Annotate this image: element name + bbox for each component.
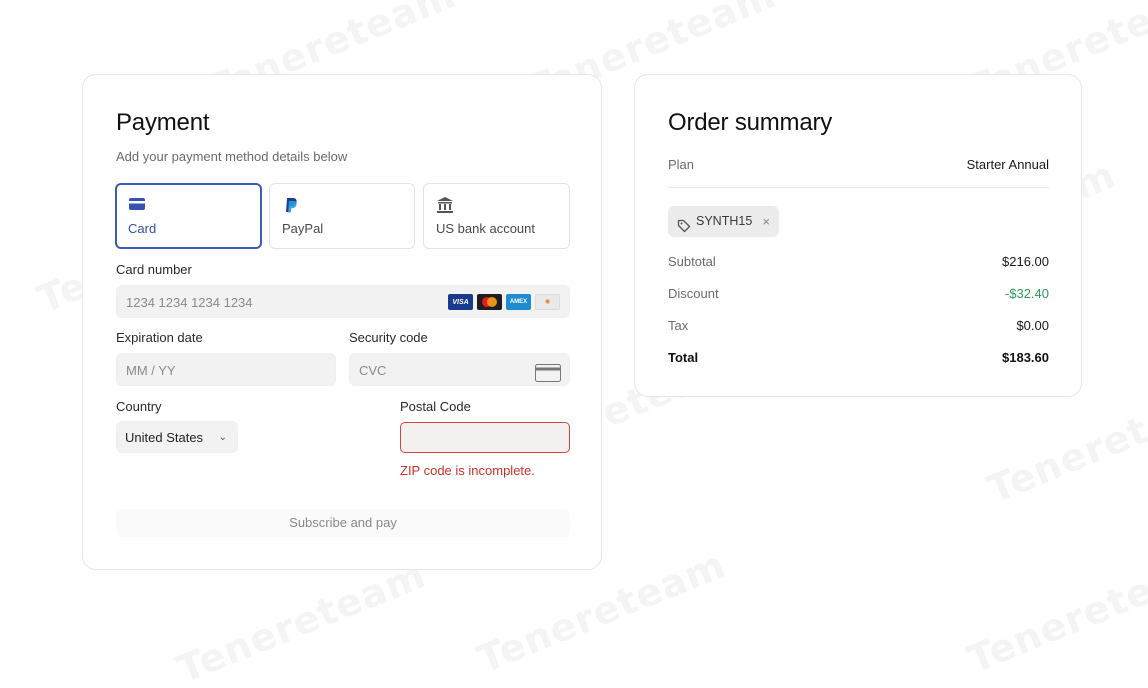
tab-bank-label: US bank account [436, 221, 536, 236]
promo-code-text: SYNTH15 [696, 214, 753, 228]
expiry-label: Expiration date [116, 330, 203, 345]
cvc-label: Security code [349, 330, 428, 345]
card-brand-logos: VISA AMEX ◉ [448, 294, 560, 310]
cvc-input[interactable]: CVC [349, 353, 570, 386]
credit-card-icon [128, 196, 148, 214]
plan-label: Plan [668, 157, 695, 172]
tab-bank[interactable]: US bank account [423, 183, 570, 249]
card-number-label: Card number [116, 262, 192, 277]
subtotal-label: Subtotal [668, 254, 716, 269]
tax-label: Tax [668, 318, 689, 333]
discover-icon: ◉ [535, 294, 560, 310]
postal-code-input[interactable] [400, 422, 570, 453]
total-label: Total [668, 350, 699, 365]
tab-card-label: Card [128, 221, 157, 236]
tab-paypal-label: PayPal [282, 221, 324, 236]
subscribe-button[interactable]: Subscribe and pay [116, 509, 570, 537]
payment-card: Payment Add your payment method details … [82, 74, 602, 570]
watermark: Tenereteam [171, 552, 432, 688]
tab-paypal[interactable]: PayPal [269, 183, 415, 249]
close-icon[interactable]: × [762, 206, 770, 237]
discount-value: -$32.40 [1004, 286, 1049, 301]
total-value: $183.60 [1002, 350, 1049, 365]
country-value: United States [125, 430, 204, 445]
expiry-input[interactable]: MM / YY [116, 353, 336, 386]
tab-card[interactable]: Card [115, 183, 262, 249]
tag-icon [677, 214, 691, 233]
visa-icon: VISA [448, 294, 473, 310]
card-number-placeholder: 1234 1234 1234 1234 [126, 295, 253, 310]
discount-label: Discount [668, 286, 719, 301]
plan-value: Starter Annual [966, 157, 1049, 172]
promo-code-chip: SYNTH15 × [668, 206, 779, 237]
divider [668, 187, 1049, 188]
cvc-card-icon [535, 361, 561, 382]
amex-icon: AMEX [506, 294, 531, 310]
card-number-input[interactable]: 1234 1234 1234 1234 VISA AMEX ◉ [116, 285, 570, 318]
summary-title: Order summary [668, 109, 833, 136]
chevron-down-icon: ⌄ [218, 432, 227, 443]
cvc-placeholder: CVC [359, 363, 387, 378]
country-select[interactable]: United States ⌄ [116, 421, 238, 453]
tax-value: $0.00 [1016, 318, 1049, 333]
page-title: Payment [116, 109, 210, 136]
payment-subtitle: Add your payment method details below [116, 149, 348, 164]
country-label: Country [116, 399, 162, 414]
postal-code-label: Postal Code [400, 399, 471, 414]
expiry-placeholder: MM / YY [126, 363, 176, 378]
bank-icon [436, 196, 456, 214]
mastercard-icon [477, 294, 502, 310]
order-summary-card: Order summary Plan Starter Annual SYNTH1… [634, 74, 1082, 397]
subtotal-value: $216.00 [1002, 254, 1049, 269]
watermark: Tenereteam [961, 542, 1148, 682]
postal-code-error: ZIP code is incomplete. [400, 463, 535, 478]
paypal-icon [282, 196, 302, 214]
